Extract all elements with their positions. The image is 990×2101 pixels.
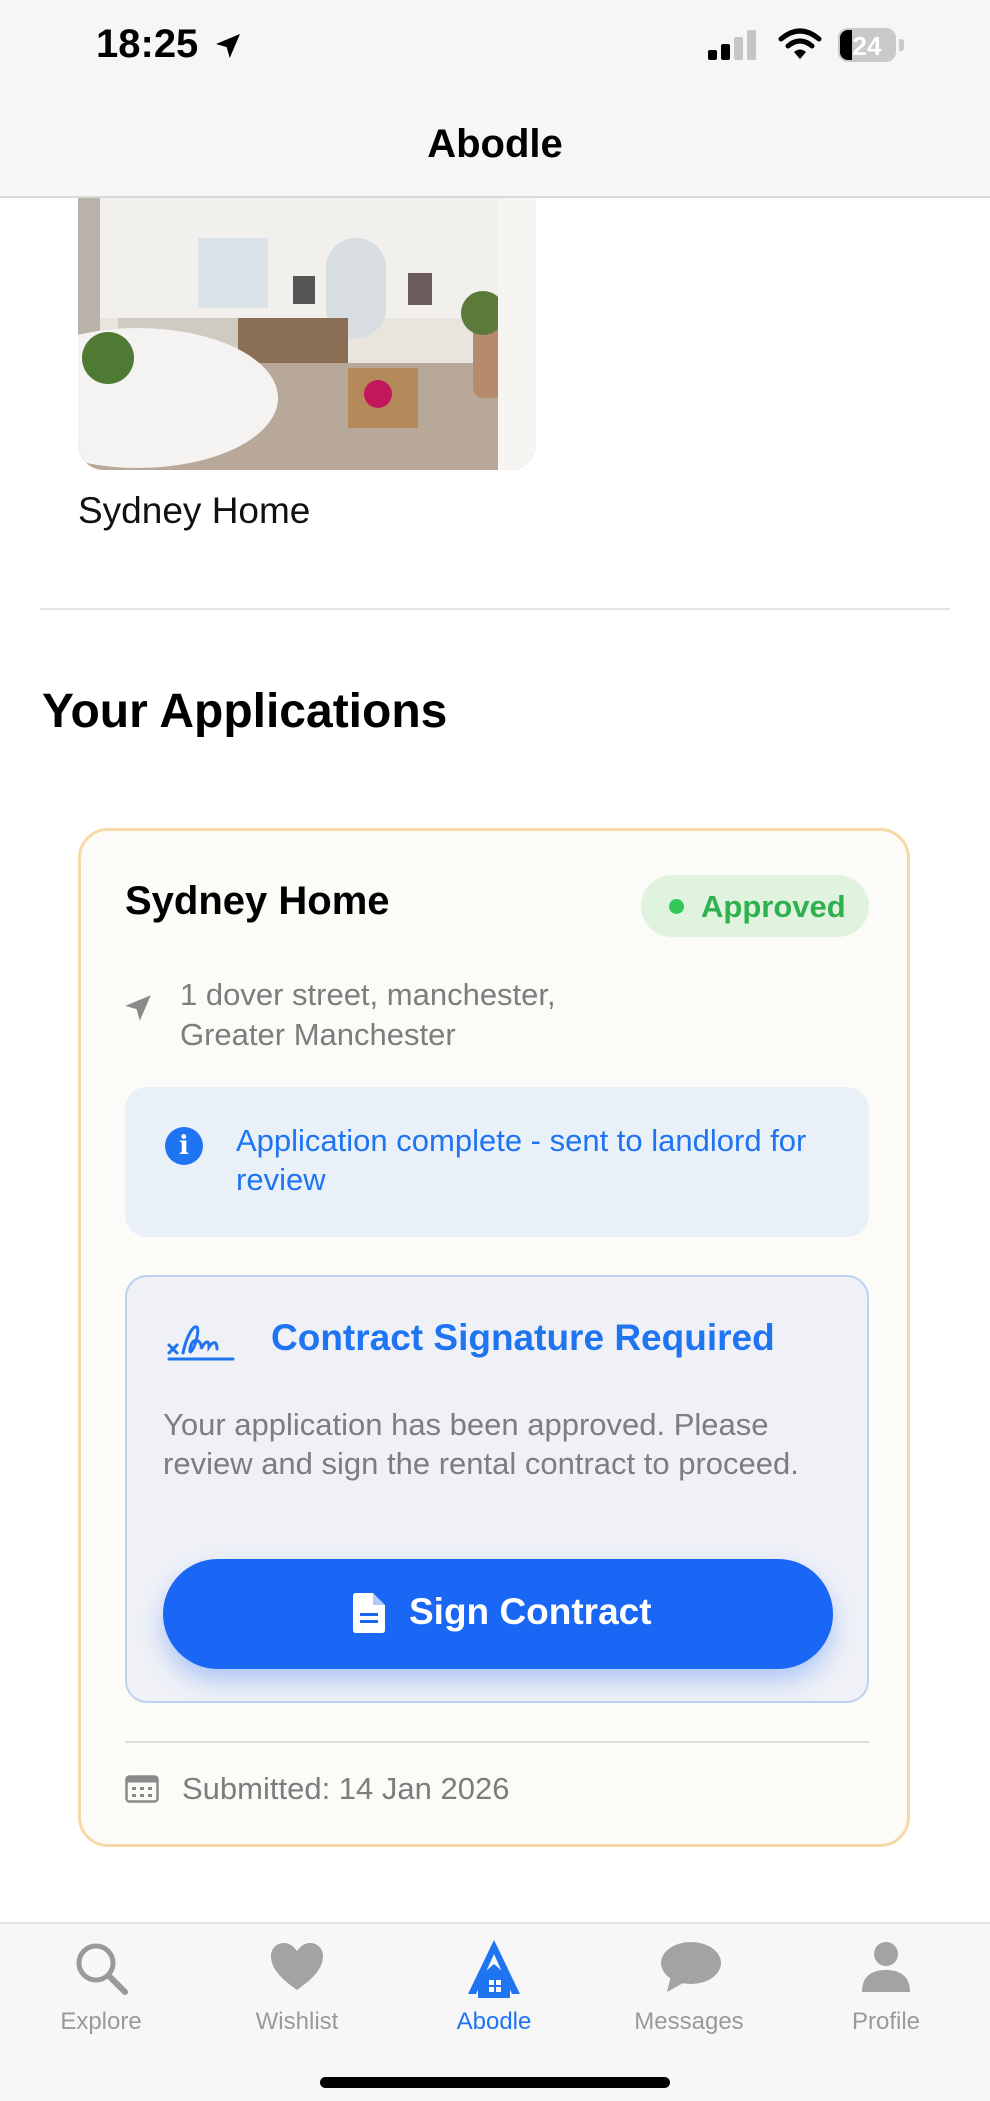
page-title: Abodle [427, 122, 563, 166]
address-line-2: Greater Manchester [180, 1017, 456, 1052]
status-bar: 18:25 24 [0, 0, 990, 120]
submitted-date: Submitted: 14 Jan 2026 [182, 1771, 510, 1806]
application-card[interactable]: Sydney Home Approved 1 dover street, man… [78, 828, 910, 1847]
tab-label: Messages [634, 2008, 744, 2035]
battery-icon: 24 [838, 28, 908, 64]
abodle-house-icon [468, 1940, 520, 1998]
sign-contract-button[interactable]: Sign Contract [163, 1559, 833, 1669]
tab-bar: Explore Wishlist Abodle Messages Profile [0, 1922, 990, 2101]
property-photo[interactable] [78, 198, 536, 470]
document-icon [353, 1593, 385, 1633]
signature-icon [167, 1325, 235, 1361]
chat-bubble-icon [661, 1942, 721, 1992]
tab-label: Abodle [456, 2008, 532, 2035]
magnifier-icon [76, 1943, 128, 1995]
tab-label: Profile [851, 2008, 921, 2035]
info-icon: i [165, 1127, 203, 1165]
info-message: Application complete - sent to landlord … [236, 1123, 807, 1197]
contract-panel: Contract Signature Required Your applica… [125, 1275, 869, 1703]
info-banner: i Application complete - sent to landlor… [125, 1087, 869, 1237]
status-badge-label: Approved [701, 889, 846, 924]
contract-description: Your application has been approved. Plea… [163, 1407, 799, 1481]
tab-messages[interactable]: Messages [590, 1924, 788, 2044]
section-divider [40, 608, 950, 610]
navigation-header: Abodle [0, 120, 990, 198]
battery-level: 24 [852, 31, 882, 61]
property-name[interactable]: Sydney Home [78, 490, 310, 532]
location-arrow-icon [125, 995, 151, 1021]
location-arrow-icon [216, 34, 240, 58]
cellular-signal-icon [708, 30, 756, 60]
heart-icon [271, 1943, 323, 1990]
tab-abodle[interactable]: Abodle [395, 1924, 593, 2044]
status-badge: Approved [641, 875, 869, 937]
tab-label: Explore [60, 2008, 142, 2035]
sign-contract-label: Sign Contract [409, 1591, 652, 1632]
contract-title: Contract Signature Required [271, 1317, 775, 1358]
wifi-icon [778, 28, 822, 59]
tab-wishlist[interactable]: Wishlist [198, 1924, 396, 2044]
tab-profile[interactable]: Profile [787, 1924, 985, 2044]
card-divider [125, 1741, 869, 1743]
tab-label: Wishlist [255, 2008, 339, 2035]
property-address: 1 dover street, manchester, Greater Manc… [180, 975, 556, 1055]
status-time: 18:25 [96, 22, 199, 66]
section-title: Your Applications [42, 685, 448, 738]
tab-explore[interactable]: Explore [2, 1924, 200, 2044]
calendar-icon [125, 1775, 159, 1803]
home-indicator[interactable] [320, 2077, 670, 2088]
address-line-1: 1 dover street, manchester, [180, 977, 556, 1012]
person-icon [862, 1942, 910, 1992]
application-title: Sydney Home [125, 879, 390, 923]
status-dot [669, 899, 684, 914]
